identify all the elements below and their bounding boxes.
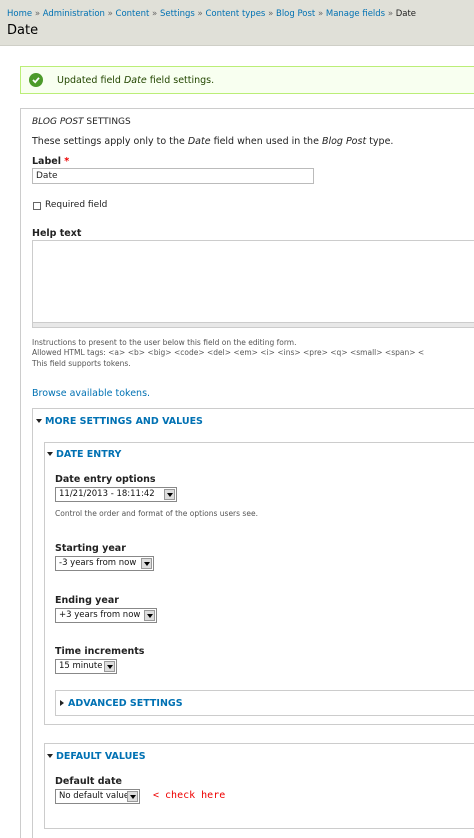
required-checkbox-label: Required field: [45, 200, 108, 210]
default-values-title: Default values: [56, 751, 146, 762]
desc-mid: field when used in the: [210, 136, 322, 147]
expanded-arrow-icon: [36, 418, 42, 423]
ending-year-select[interactable]: +3 years from now: [55, 608, 157, 623]
breadcrumb-separator: »: [197, 9, 203, 19]
advanced-settings-toggle[interactable]: Advanced settings: [60, 698, 183, 709]
desc-suffix: type.: [366, 136, 394, 147]
advanced-settings-title: Advanced settings: [68, 698, 183, 709]
page-title: Date: [7, 23, 39, 38]
dropdown-arrow-icon: [164, 489, 175, 500]
help-text-description: Instructions to present to the user belo…: [32, 338, 297, 347]
check-here-annotation: < check here: [153, 790, 226, 801]
label-field-label: Label *: [32, 156, 69, 167]
help-text-label: Help text: [32, 228, 82, 239]
more-settings-title: More settings and values: [45, 416, 203, 427]
breadcrumb-separator: »: [268, 9, 274, 19]
date-entry-options-description: Control the order and format of the opti…: [55, 509, 258, 518]
desc-prefix: These settings apply only to the: [32, 136, 188, 147]
date-entry-title: Date entry: [56, 449, 122, 460]
breadcrumb-separator: »: [152, 9, 158, 19]
help-text-textarea[interactable]: [32, 240, 474, 328]
expanded-arrow-icon: [47, 753, 53, 758]
dropdown-arrow-icon: [127, 791, 138, 802]
date-entry-options-select[interactable]: 11/21/2013 - 18:11:42: [55, 487, 177, 502]
breadcrumb-home[interactable]: Home: [7, 9, 32, 19]
breadcrumb-settings[interactable]: Settings: [160, 9, 195, 19]
message-field-name: Date: [123, 75, 147, 86]
more-settings-toggle[interactable]: More settings and values: [36, 416, 203, 427]
collapsed-arrow-icon: [60, 699, 64, 706]
breadcrumb-separator: »: [34, 9, 41, 19]
browse-tokens-link[interactable]: Browse available tokens.: [32, 388, 150, 399]
dropdown-arrow-icon: [104, 661, 115, 672]
dropdown-arrow-icon: [144, 610, 155, 621]
select-value: No default value: [59, 791, 130, 801]
label-text: Label: [32, 156, 61, 167]
status-message: Updated field Date field settings.: [20, 66, 474, 94]
date-entry-toggle[interactable]: Date entry: [47, 449, 121, 460]
breadcrumb-manage-fields[interactable]: Manage fields: [326, 9, 385, 19]
select-value: -3 years from now: [59, 558, 137, 568]
time-increments-label: Time increments: [55, 646, 145, 657]
breadcrumb-separator: »: [317, 9, 324, 19]
default-values-toggle[interactable]: Default values: [47, 751, 146, 762]
required-checkbox[interactable]: [33, 202, 41, 210]
breadcrumb: Home » Administration » Content » Settin…: [7, 9, 416, 19]
breadcrumb-content-types[interactable]: Content types: [205, 9, 265, 19]
dropdown-arrow-icon: [141, 558, 152, 569]
breadcrumb-current: Date: [395, 9, 417, 19]
time-increments-select[interactable]: 15 minute: [55, 659, 117, 674]
select-value: 15 minute: [59, 661, 103, 671]
allowed-tags-description: Allowed HTML tags: <a> <b> <big> <code> …: [32, 348, 425, 357]
starting-year-select[interactable]: -3 years from now: [55, 556, 154, 571]
check-icon: [29, 73, 43, 87]
breadcrumb-administration[interactable]: Administration: [43, 9, 105, 19]
select-value: 11/21/2013 - 18:11:42: [59, 489, 155, 499]
required-mark: *: [64, 156, 70, 167]
header-bar: Home » Administration » Content » Settin…: [0, 0, 474, 46]
select-value: +3 years from now: [59, 610, 141, 620]
settings-legend: BLOG POST SETTINGS: [32, 117, 131, 127]
breadcrumb-separator: »: [107, 9, 113, 19]
breadcrumb-blog-post[interactable]: Blog Post: [276, 9, 315, 19]
ending-year-label: Ending year: [55, 595, 119, 606]
desc-field: Date: [187, 136, 211, 147]
expanded-arrow-icon: [47, 451, 53, 456]
breadcrumb-separator: »: [387, 9, 394, 19]
default-date-select[interactable]: No default value: [55, 789, 140, 804]
starting-year-label: Starting year: [55, 543, 126, 554]
default-date-label: Default date: [55, 776, 122, 787]
legend-type: BLOG POST: [32, 117, 84, 127]
desc-type: Blog Post: [321, 136, 367, 147]
status-message-text: Updated field Date field settings.: [57, 75, 214, 86]
settings-description: These settings apply only to the Date fi…: [32, 136, 393, 147]
date-entry-options-label: Date entry options: [55, 474, 156, 485]
tokens-description: This field supports tokens.: [32, 359, 131, 368]
label-input[interactable]: Date: [32, 168, 314, 184]
breadcrumb-content[interactable]: Content: [116, 9, 150, 19]
legend-suffix: SETTINGS: [83, 117, 131, 127]
message-suffix: field settings.: [146, 75, 215, 86]
message-prefix: Updated field: [57, 75, 124, 86]
